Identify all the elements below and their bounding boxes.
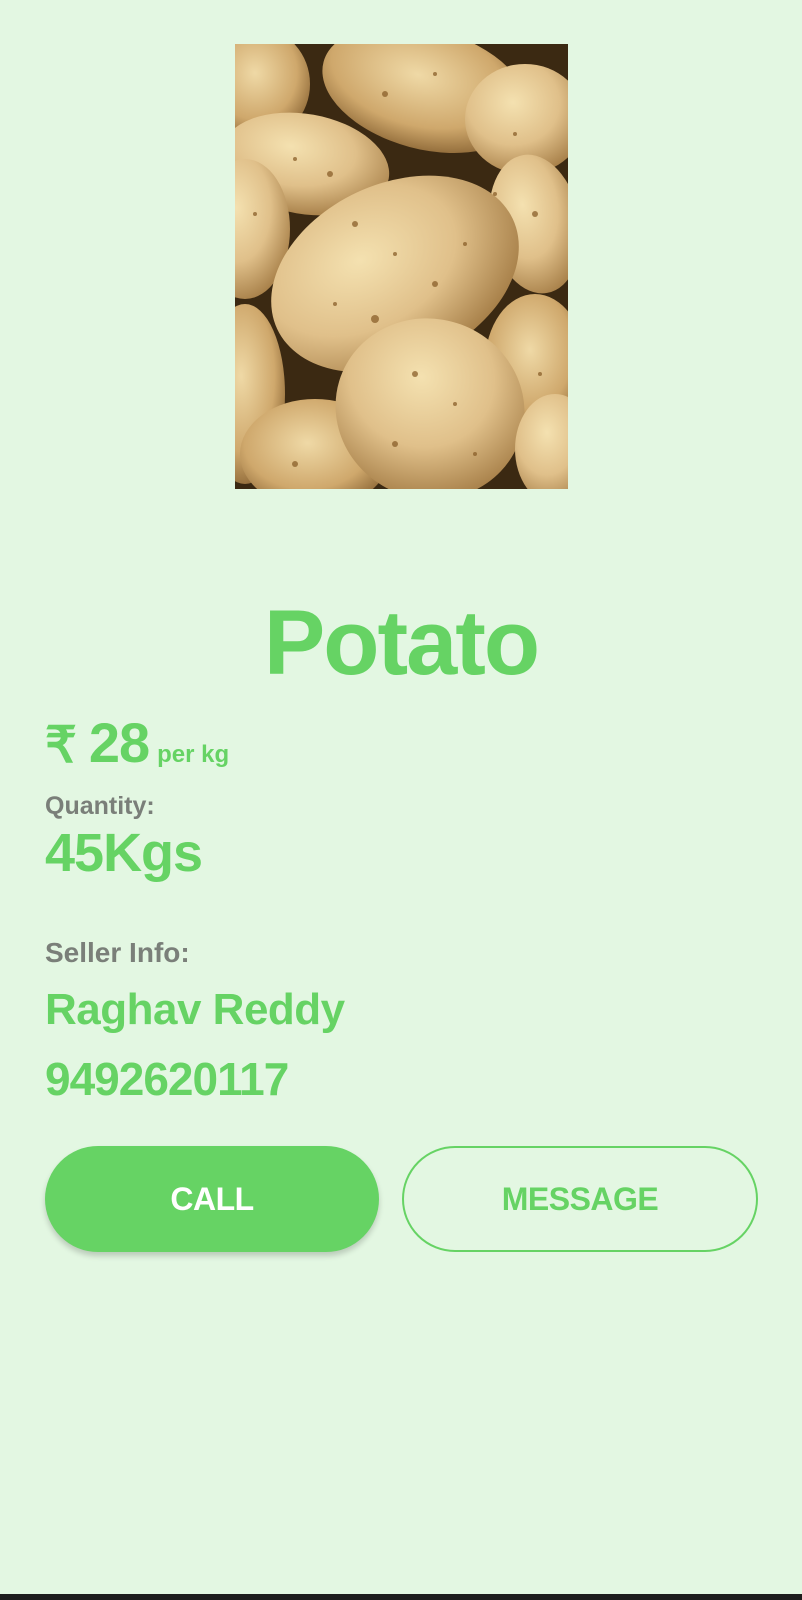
quantity-value: 45Kgs	[45, 823, 203, 883]
quantity-label: Quantity:	[45, 792, 155, 820]
message-button[interactable]: MESSAGE	[402, 1146, 758, 1252]
product-image	[235, 44, 568, 489]
price: ₹28 per kg	[45, 710, 229, 775]
price-value: 28	[88, 711, 150, 774]
product-title: Potato	[263, 592, 540, 694]
seller-phone: 9492620117	[45, 1053, 289, 1105]
product-detail-screen: Potato ₹28 per kg Quantity: 45Kgs Seller …	[0, 0, 802, 1600]
navigation-bar-edge	[0, 1594, 802, 1600]
currency-symbol: ₹	[45, 717, 77, 773]
seller-name: Raghav Reddy	[45, 985, 345, 1034]
call-button[interactable]: CALL	[45, 1146, 379, 1252]
price-unit: per kg	[157, 741, 230, 768]
seller-info-label: Seller Info:	[45, 937, 190, 968]
